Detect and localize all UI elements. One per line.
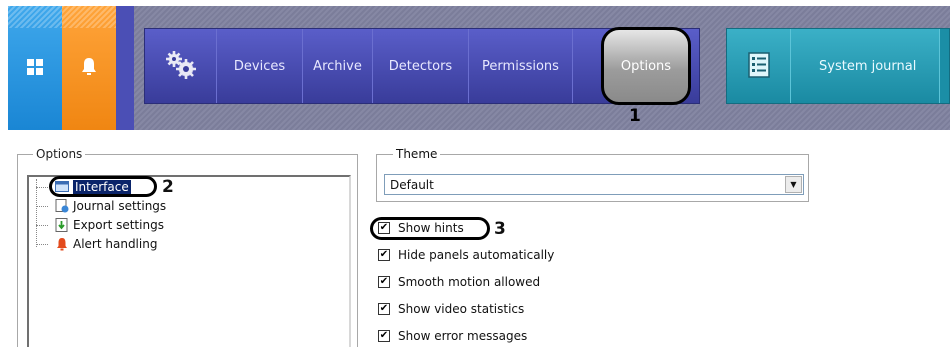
theme-select[interactable]: Default ▼ <box>384 174 804 195</box>
tree-connector <box>36 187 48 188</box>
nav-devices[interactable]: Devices <box>217 29 303 103</box>
tree-item-label: Alert handling <box>73 237 158 251</box>
theme-select-value: Default <box>390 177 434 192</box>
highlight-ring-show-hints <box>370 217 490 240</box>
gears-icon <box>164 50 198 83</box>
tree-item-label: Export settings <box>73 218 164 232</box>
checkbox-label: Show video statistics <box>398 302 525 316</box>
nav-system-journal[interactable]: System journal <box>791 59 916 74</box>
windows-grid-icon <box>27 58 43 78</box>
nav-archive[interactable]: Archive <box>303 29 373 103</box>
callout-number-3: 3 <box>494 219 506 239</box>
nav-detectors[interactable]: Detectors <box>373 29 469 103</box>
tile-separator <box>116 6 134 130</box>
highlight-ring-interface <box>49 176 157 197</box>
tree-item-label: Journal settings <box>73 199 167 213</box>
checkbox-smooth-motion[interactable]: ✔ Smooth motion allowed <box>378 275 540 289</box>
checkbox-label: Smooth motion allowed <box>398 275 541 289</box>
checkbox-box[interactable]: ✔ <box>378 249 390 261</box>
journal-nav: System journal <box>726 28 950 104</box>
callout-number-1: 1 <box>629 106 641 126</box>
nav-options[interactable]: Options <box>601 27 691 105</box>
checkbox-hide-panels[interactable]: ✔ Hide panels automatically <box>378 248 554 262</box>
bell-icon <box>81 57 97 80</box>
checkbox-error-messages[interactable]: ✔ Show error messages <box>378 329 527 343</box>
export-icon <box>55 218 69 232</box>
options-tree: Interface Journal settings Export settin… <box>27 175 351 347</box>
options-groupbox-title: Options <box>33 147 86 161</box>
checkbox-label: Hide panels automatically <box>398 248 555 262</box>
journal-settings-icon <box>55 199 69 213</box>
chevron-down-icon[interactable]: ▼ <box>785 176 802 193</box>
tree-connector <box>36 179 37 247</box>
tree-connector <box>36 206 48 207</box>
journal-nav-edge <box>939 29 949 103</box>
settings-gear-button[interactable] <box>145 29 217 103</box>
alerts-tile[interactable] <box>62 6 116 130</box>
theme-groupbox-title: Theme <box>393 147 441 161</box>
home-tile[interactable] <box>8 6 62 130</box>
checkbox-video-statistics[interactable]: ✔ Show video statistics <box>378 302 524 316</box>
tree-item-export-settings[interactable]: Export settings <box>55 218 164 232</box>
journal-icon-button[interactable] <box>727 29 791 103</box>
tree-connector <box>36 244 48 245</box>
tree-item-journal-settings[interactable]: Journal settings <box>55 199 166 213</box>
main-nav: Devices Archive Detectors Permissions Op… <box>144 27 700 105</box>
tree-connector <box>36 225 48 226</box>
checkbox-label: Show error messages <box>398 329 528 343</box>
alert-icon <box>55 237 69 251</box>
journal-icon <box>747 51 770 81</box>
checkbox-box[interactable]: ✔ <box>378 276 390 288</box>
callout-number-2: 2 <box>162 177 174 197</box>
nav-permissions[interactable]: Permissions <box>469 29 573 103</box>
tree-item-alert-handling[interactable]: Alert handling <box>55 237 157 251</box>
checkbox-box[interactable]: ✔ <box>378 303 390 315</box>
checkbox-box[interactable]: ✔ <box>378 330 390 342</box>
